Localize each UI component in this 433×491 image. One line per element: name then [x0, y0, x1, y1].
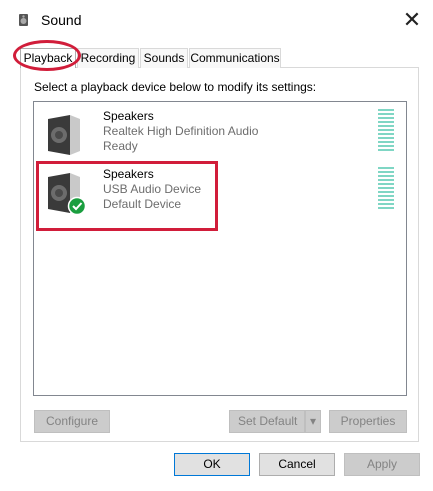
tab-sounds[interactable]: Sounds	[140, 48, 188, 68]
set-default-label: Set Default	[238, 414, 298, 428]
annotation-box	[36, 161, 218, 231]
device-item-realtek[interactable]: Speakers Realtek High Definition Audio R…	[38, 107, 402, 163]
device-status: Ready	[103, 139, 138, 153]
close-button[interactable]: ✕	[398, 6, 426, 34]
level-meter	[378, 109, 394, 151]
properties-button[interactable]: Properties	[329, 410, 407, 433]
apply-button[interactable]: Apply	[344, 453, 420, 476]
configure-button[interactable]: Configure	[34, 410, 110, 433]
chevron-down-icon: ▾	[309, 414, 317, 428]
device-driver: Realtek High Definition Audio	[103, 124, 259, 138]
set-default-button[interactable]: Set Default	[229, 410, 305, 433]
tab-recording[interactable]: Recording	[77, 48, 139, 68]
level-meter	[378, 167, 394, 209]
instructions-text: Select a playback device below to modify…	[34, 80, 317, 94]
set-default-dropdown[interactable]: ▾	[305, 410, 321, 433]
annotation-oval	[13, 40, 81, 71]
title-bar: Sound ✕	[0, 0, 433, 40]
tab-communications[interactable]: Communications	[189, 48, 281, 68]
ok-button[interactable]: OK	[174, 453, 250, 476]
device-name: Speakers	[103, 109, 154, 123]
close-icon: ✕	[402, 7, 422, 32]
window-title: Sound	[41, 12, 82, 28]
cancel-button[interactable]: Cancel	[259, 453, 335, 476]
speaker-app-icon	[19, 14, 28, 26]
speaker-icon	[48, 115, 80, 155]
